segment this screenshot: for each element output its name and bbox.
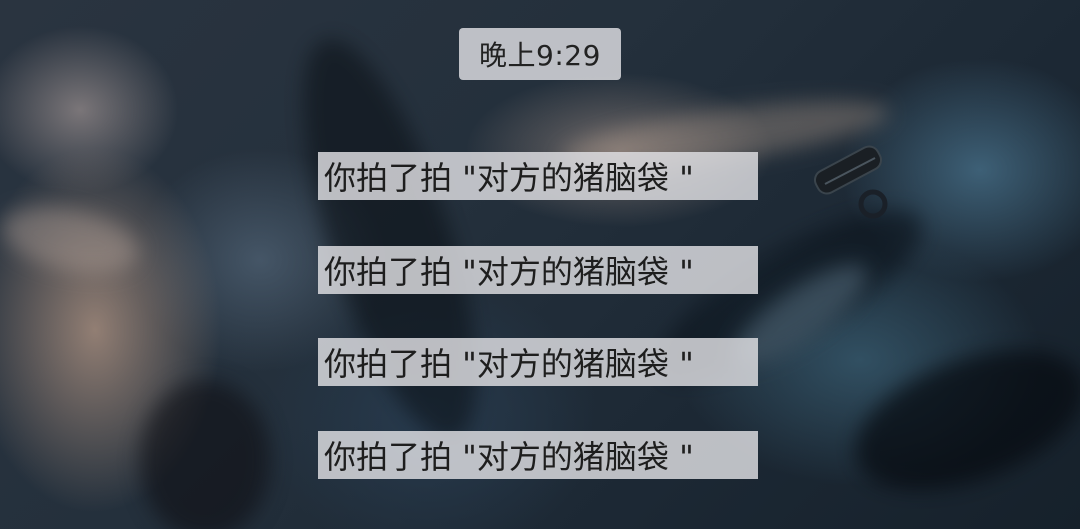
fabric-highlight: [0, 196, 145, 284]
pat-notification: 你拍了拍 "对方的猪脑袋 ": [318, 152, 758, 200]
fabric-fold: [268, 21, 512, 459]
zipper-pull-icon: [813, 145, 888, 219]
pat-notification: 你拍了拍 "对方的猪脑袋 ": [318, 246, 758, 294]
message-timestamp: 晚上9:29: [459, 28, 621, 80]
pat-notification: 你拍了拍 "对方的猪脑袋 ": [318, 431, 758, 479]
pat-notification: 你拍了拍 "对方的猪脑袋 ": [318, 338, 758, 386]
fabric-fold: [836, 322, 1080, 518]
fabric-fold: [140, 380, 270, 529]
